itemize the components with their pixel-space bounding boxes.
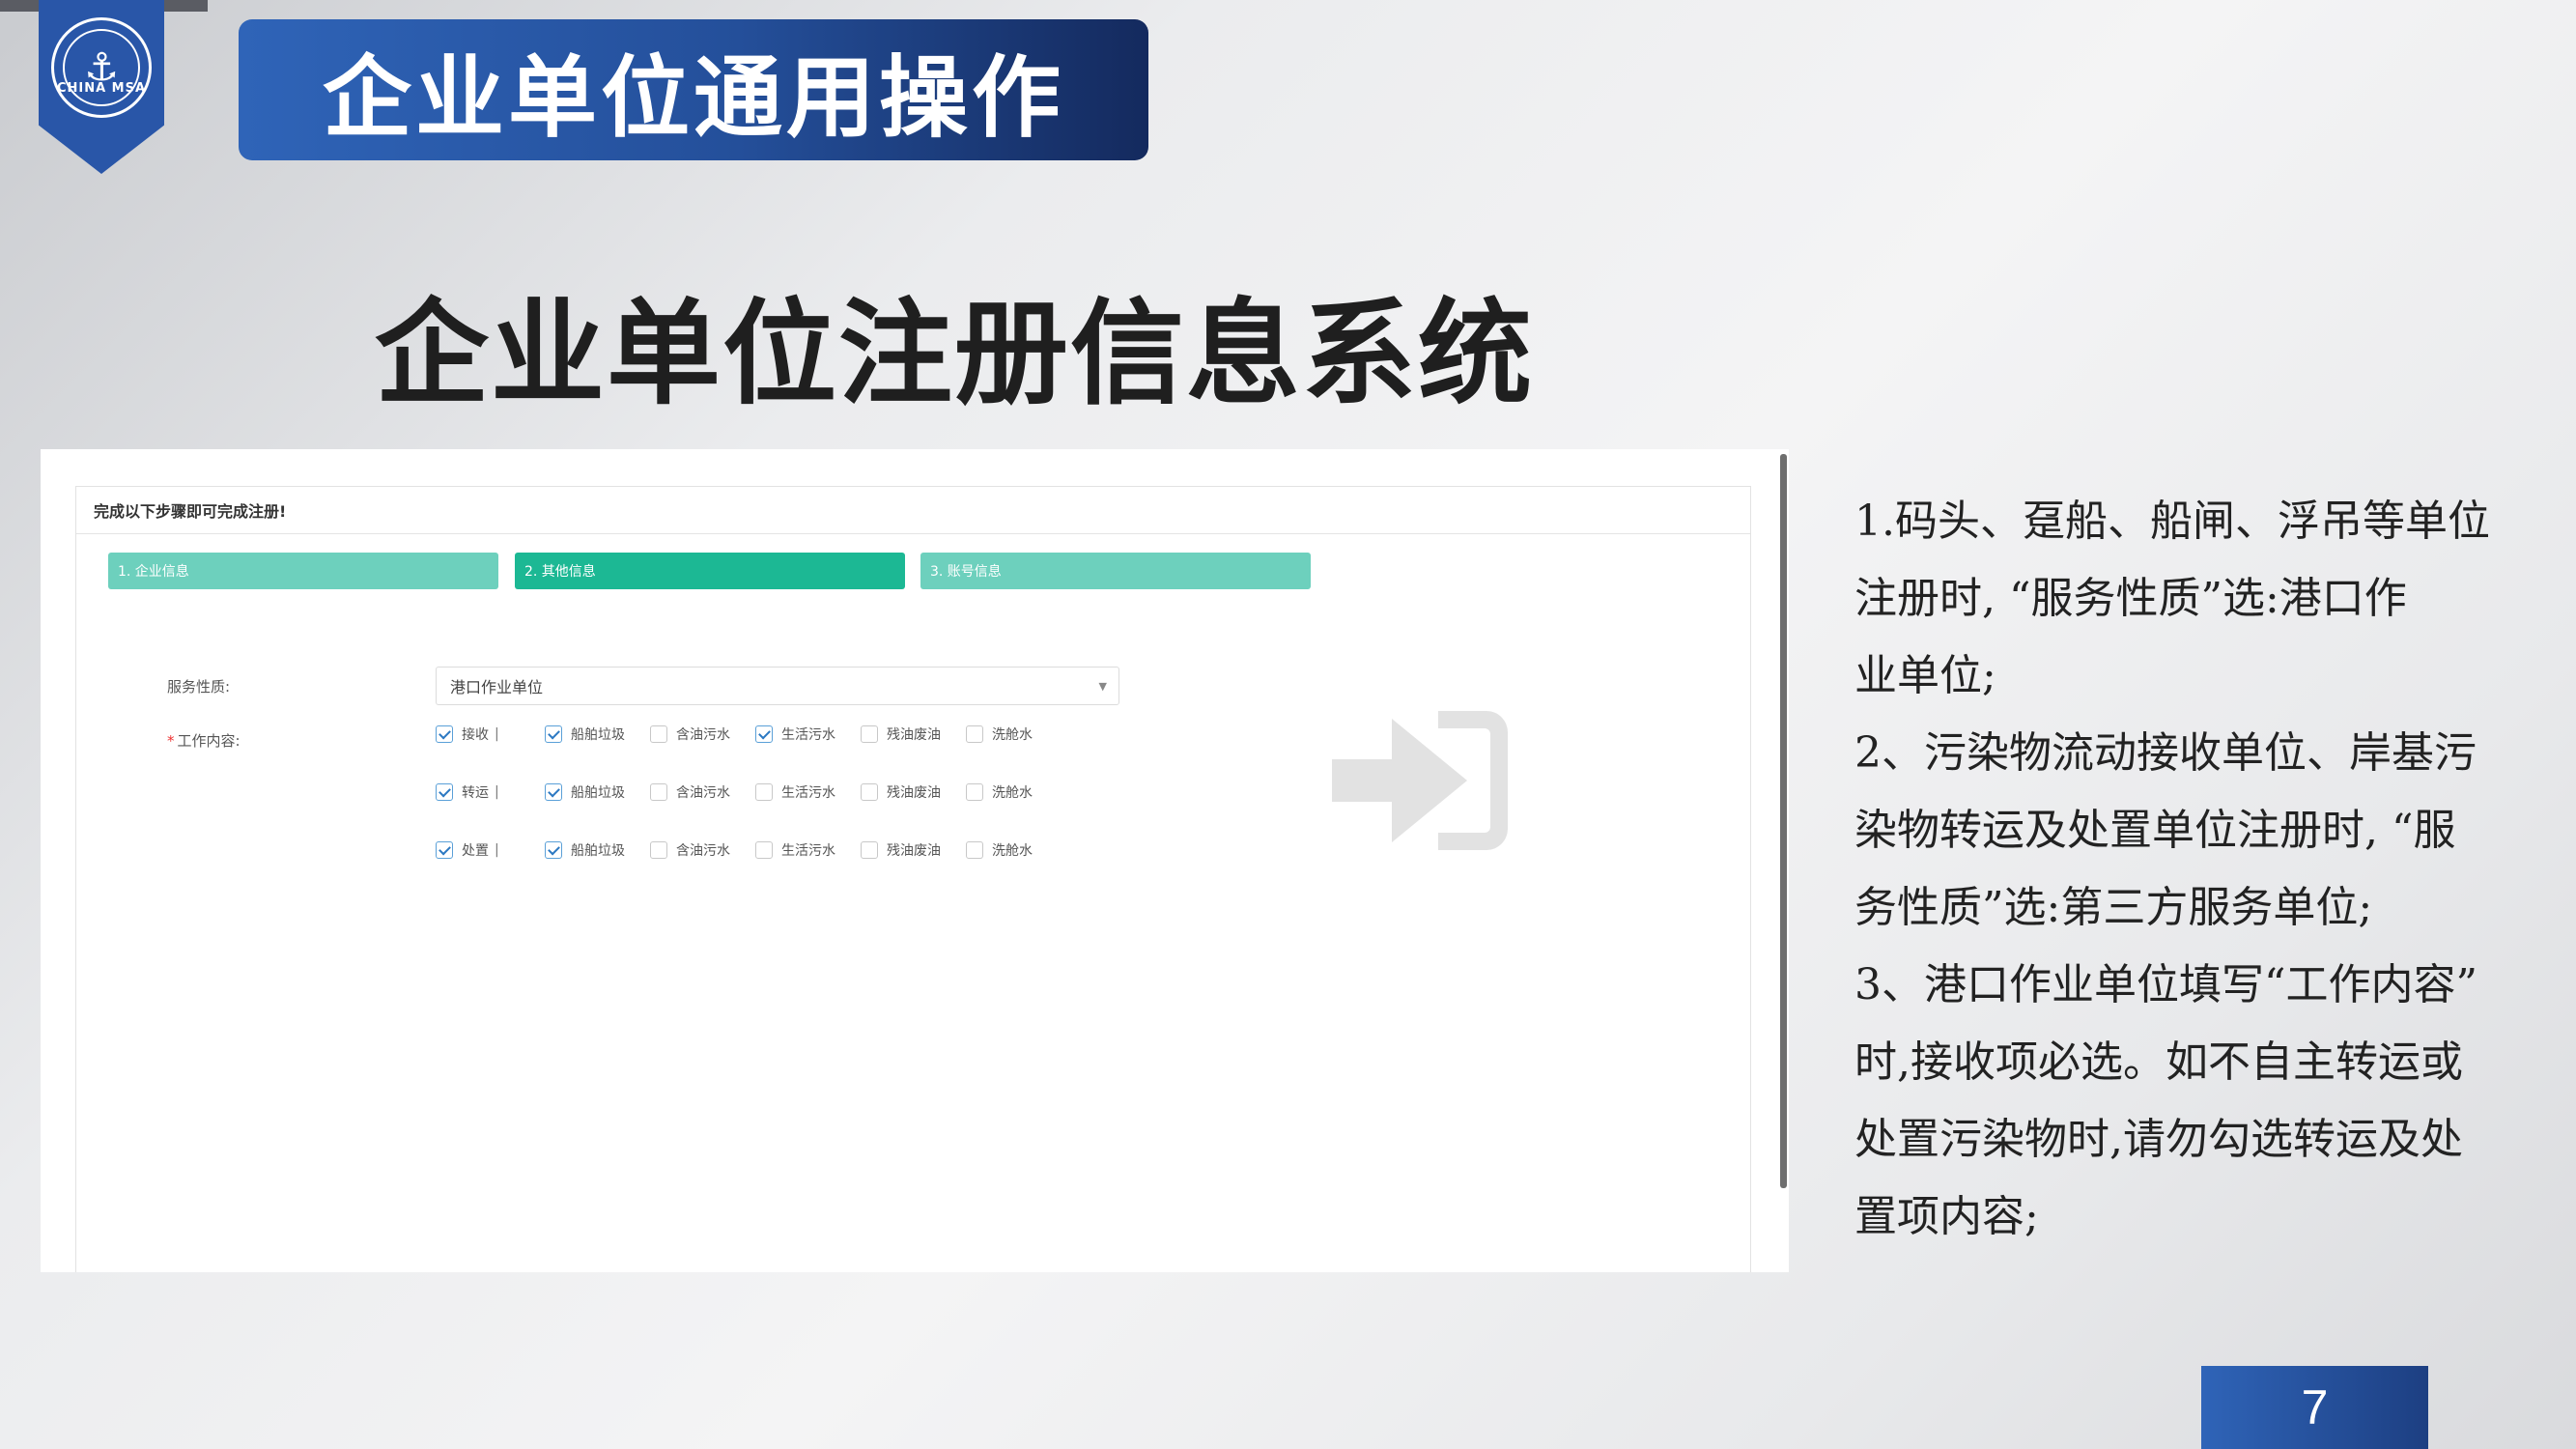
checkbox-unchecked[interactable] — [755, 841, 773, 859]
service-select[interactable]: 港口作业单位 ▼ — [436, 667, 1119, 705]
checkbox-checked[interactable] — [545, 725, 562, 743]
screenshot-panel: 完成以下步骤即可完成注册! 1. 企业信息 2. 其他信息 3. 账号信息 服务… — [41, 449, 1789, 1272]
page-number-badge: 7 — [2201, 1366, 2428, 1449]
checkbox-item[interactable]: 残油废油 — [861, 782, 941, 802]
checkbox-item[interactable]: 船舶垃圾 — [545, 840, 625, 860]
note-line: 业单位; — [1854, 651, 1996, 700]
checkbox-item[interactable]: 残油废油 — [861, 724, 941, 744]
checkbox-label: 含油污水 — [676, 843, 730, 859]
checkbox-item[interactable]: 生活污水 — [755, 782, 835, 802]
checkbox-item[interactable]: 转运 | — [436, 782, 499, 802]
checkbox-unchecked[interactable] — [966, 783, 983, 801]
checkbox-label: 船舶垃圾 — [571, 785, 625, 801]
checkbox-unchecked[interactable] — [861, 725, 878, 743]
step-other-info[interactable]: 2. 其他信息 — [515, 553, 905, 589]
note-line: 务性质”选:第三方服务单位; — [1854, 883, 2373, 932]
checkbox-label: 含油污水 — [676, 727, 730, 743]
work-content-label: * 工作内容: — [167, 730, 241, 751]
note-line: 2、污染物流动接收单位、岸基污 — [1854, 728, 2477, 778]
note-line: 注册时, “服务性质”选:港口作 — [1854, 574, 2407, 623]
checkbox-label: 洗舱水 — [992, 727, 1033, 743]
checkbox-label: 船舶垃圾 — [571, 727, 625, 743]
step-label: 1. 企业信息 — [118, 564, 189, 580]
checkbox-label: 含油污水 — [676, 785, 730, 801]
checkbox-item[interactable]: 含油污水 — [650, 782, 730, 802]
checkbox-item[interactable]: 生活污水 — [755, 724, 835, 744]
checkbox-unchecked[interactable] — [966, 841, 983, 859]
registration-form: 完成以下步骤即可完成注册! 1. 企业信息 2. 其他信息 3. 账号信息 服务… — [75, 486, 1751, 1272]
checkbox-item[interactable]: 船舶垃圾 — [545, 782, 625, 802]
checkbox-checked[interactable] — [436, 783, 453, 801]
checkbox-label: 生活污水 — [781, 727, 835, 743]
checkbox-unchecked[interactable] — [650, 783, 667, 801]
scrollbar[interactable] — [1780, 454, 1787, 1188]
step-account-info[interactable]: 3. 账号信息 — [920, 553, 1311, 589]
separator: | — [495, 842, 499, 858]
note-line: 3、港口作业单位填写“工作内容” — [1854, 960, 2477, 1009]
note-line: 处置污染物时,请勿勾选转运及处 — [1854, 1115, 2463, 1164]
instruction-notes: 1.码头、趸船、船闸、浮吊等单位 注册时, “服务性质”选:港口作 业单位; 2… — [1854, 483, 2506, 1256]
checkbox-unchecked[interactable] — [650, 841, 667, 859]
msa-emblem-badge: ⚓ CHINA MSA — [39, 0, 164, 174]
checkbox-label: 转运 — [462, 785, 489, 801]
checkbox-label: 洗舱水 — [992, 843, 1033, 859]
checkbox-unchecked[interactable] — [966, 725, 983, 743]
note-line: 染物转运及处置单位注册时, “服 — [1854, 806, 2456, 855]
checkbox-checked[interactable] — [545, 841, 562, 859]
required-star: * — [167, 732, 175, 750]
checkbox-item[interactable]: 处置 | — [436, 840, 499, 860]
step-label: 3. 账号信息 — [930, 564, 1002, 580]
service-label: 服务性质: — [167, 678, 231, 696]
page-number: 7 — [2301, 1380, 2329, 1435]
checkbox-item[interactable]: 含油污水 — [650, 724, 730, 744]
checkbox-label: 处置 — [462, 843, 489, 859]
work-label-text: 工作内容: — [177, 732, 241, 750]
checkbox-label: 接收 — [462, 727, 489, 743]
checkbox-label: 残油废油 — [887, 727, 941, 743]
checkbox-label: 残油废油 — [887, 843, 941, 859]
login-arrow-icon — [1332, 711, 1508, 850]
step-company-info[interactable]: 1. 企业信息 — [108, 553, 498, 589]
checkbox-unchecked[interactable] — [861, 783, 878, 801]
checkbox-label: 残油废油 — [887, 785, 941, 801]
emblem-circle: ⚓ — [51, 17, 152, 118]
checkbox-label: 生活污水 — [781, 785, 835, 801]
note-line: 时,接收项必选。如不自主转运或 — [1854, 1037, 2463, 1087]
separator: | — [495, 726, 499, 742]
checkbox-item[interactable]: 接收 | — [436, 724, 499, 744]
note-line: 1.码头、趸船、船闸、浮吊等单位 — [1854, 497, 2490, 546]
checkbox-label: 洗舱水 — [992, 785, 1033, 801]
checkbox-item[interactable]: 残油废油 — [861, 840, 941, 860]
checkbox-checked[interactable] — [436, 725, 453, 743]
section-title: 企业单位通用操作 — [322, 45, 1064, 150]
checkbox-item[interactable]: 洗舱水 — [966, 782, 1033, 802]
chevron-down-icon: ▼ — [1098, 680, 1107, 693]
checkbox-unchecked[interactable] — [650, 725, 667, 743]
emblem-text: CHINA MSA — [56, 81, 147, 96]
checkbox-checked[interactable] — [755, 725, 773, 743]
checkbox-unchecked[interactable] — [755, 783, 773, 801]
note-line: 置项内容; — [1854, 1192, 2039, 1241]
service-value: 港口作业单位 — [450, 678, 544, 696]
checkbox-checked[interactable] — [436, 841, 453, 859]
checkbox-item[interactable]: 洗舱水 — [966, 840, 1033, 860]
checkbox-item[interactable]: 洗舱水 — [966, 724, 1033, 744]
separator: | — [495, 784, 499, 800]
step-label: 2. 其他信息 — [524, 564, 596, 580]
checkbox-label: 船舶垃圾 — [571, 843, 625, 859]
checkbox-item[interactable]: 船舶垃圾 — [545, 724, 625, 744]
checkbox-item[interactable]: 生活污水 — [755, 840, 835, 860]
page-title: 企业单位注册信息系统 — [375, 286, 1535, 420]
checkbox-unchecked[interactable] — [861, 841, 878, 859]
form-header: 完成以下步骤即可完成注册! — [76, 487, 1750, 534]
checkbox-label: 生活污水 — [781, 843, 835, 859]
checkbox-item[interactable]: 含油污水 — [650, 840, 730, 860]
section-banner: 企业单位通用操作 — [239, 19, 1148, 160]
checkbox-checked[interactable] — [545, 783, 562, 801]
